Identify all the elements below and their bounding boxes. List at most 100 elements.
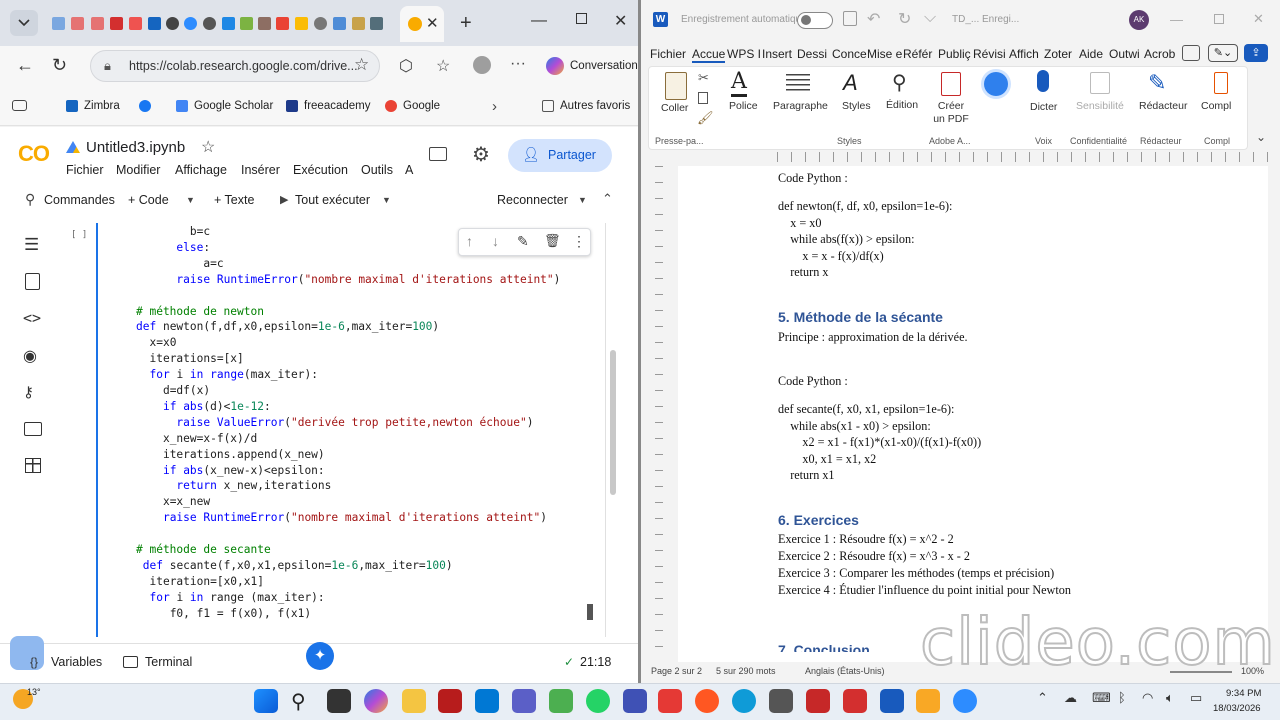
tab-favicon[interactable] — [258, 17, 271, 30]
active-tab[interactable]: ✕ — [400, 6, 444, 42]
wps-icon[interactable] — [695, 689, 719, 713]
gear-icon[interactable]: ⚙ — [472, 142, 490, 167]
chevron-down-icon[interactable]: ▼ — [186, 195, 195, 205]
tab-favicon[interactable] — [91, 17, 104, 30]
paste-button[interactable]: Coller — [661, 102, 688, 114]
autosave-toggle[interactable] — [797, 12, 833, 29]
gemini-icon[interactable]: ✦ — [306, 642, 334, 670]
outlook-icon[interactable] — [475, 689, 499, 713]
clock-date[interactable]: 18/03/2026 — [1213, 703, 1261, 714]
tab-favicon[interactable] — [203, 17, 216, 30]
tab-favicon[interactable] — [148, 17, 161, 30]
tab-favicon[interactable] — [166, 17, 179, 30]
menu-aide[interactable]: A — [405, 163, 413, 177]
volume-icon[interactable]: 🔈︎ — [1166, 690, 1174, 706]
menu-affichage[interactable]: Affichage — [175, 163, 227, 177]
toc-icon[interactable]: ☰ — [24, 235, 39, 255]
font-button[interactable]: Police — [729, 100, 758, 112]
run-all-button[interactable]: Tout exécuter — [295, 193, 370, 207]
bookmark-freeacademy[interactable]: freeacademy — [286, 100, 370, 112]
circle-shape-icon[interactable] — [984, 72, 1008, 96]
tab-favicon[interactable] — [110, 17, 123, 30]
bluetooth-icon[interactable]: ᛒ — [1118, 690, 1126, 705]
tab-zotero[interactable]: Zoter — [1044, 47, 1072, 61]
comments-icon[interactable] — [429, 147, 447, 161]
pdf-icon[interactable] — [843, 689, 867, 713]
create-pdf-button[interactable]: Créer un PDF — [933, 100, 969, 126]
table-icon[interactable] — [25, 458, 41, 473]
tab-favicon[interactable] — [129, 17, 142, 30]
tab-publipostage[interactable]: Publiç — [938, 47, 971, 61]
sensitivity-button[interactable]: Sensibilité — [1076, 100, 1124, 112]
favorites-icon[interactable]: ☆ — [436, 56, 450, 76]
cut-icon[interactable]: ✂ — [698, 70, 709, 86]
variables-button[interactable]: Variables — [51, 655, 102, 669]
whatsapp-icon[interactable] — [586, 689, 610, 713]
zoom-icon[interactable] — [953, 689, 977, 713]
cloud-icon[interactable]: ☁ — [1064, 690, 1077, 706]
close-window-icon[interactable]: ✕ — [614, 11, 627, 31]
share-icon[interactable]: ⇪ — [1244, 44, 1268, 62]
battery-icon[interactable]: ▭ — [1190, 690, 1202, 706]
tab-favicon[interactable] — [352, 17, 365, 30]
tab-affichage[interactable]: Affich — [1009, 47, 1039, 61]
document-title[interactable]: TD_... — [952, 14, 979, 25]
chevron-down-icon[interactable]: ▼ — [382, 195, 391, 205]
menu-modifier[interactable]: Modifier — [116, 163, 160, 177]
tab-outwit[interactable]: Outwi — [1109, 47, 1140, 61]
scrollbar-thumb[interactable] — [587, 604, 593, 620]
folder-icon[interactable] — [24, 422, 42, 436]
copilot-icon[interactable] — [546, 57, 564, 75]
dictate-button[interactable]: Dicter — [1030, 101, 1057, 113]
edge-icon[interactable] — [732, 689, 756, 713]
tab-accueil[interactable]: Accue — [692, 47, 726, 63]
app-icon[interactable] — [623, 689, 647, 713]
wifi-icon[interactable]: ◠ — [1142, 690, 1153, 706]
tab-favicon[interactable] — [295, 17, 308, 30]
refresh-icon[interactable]: ↻ — [52, 55, 67, 76]
tab-favicon[interactable] — [52, 17, 65, 30]
menu-outils[interactable]: Outils — [361, 163, 393, 177]
horizontal-ruler[interactable] — [641, 150, 1280, 166]
code-editor[interactable]: b=c else: a=c raise RuntimeError("nombre… — [110, 225, 590, 635]
menu-execution[interactable]: Exécution — [293, 163, 348, 177]
collapse-icon[interactable]: ⌃ — [602, 191, 613, 207]
bookmark-zimbra[interactable]: Zimbra — [66, 100, 120, 112]
close-icon[interactable]: ✕ — [1253, 11, 1264, 27]
styles-button[interactable]: Styles — [842, 100, 871, 112]
extensions-icon[interactable]: ⬡ — [399, 56, 413, 76]
app-icon[interactable] — [658, 689, 682, 713]
vertical-ruler[interactable] — [641, 166, 678, 662]
teams-icon[interactable] — [512, 689, 536, 713]
tab-mise-en-page[interactable]: Mise e — [867, 47, 902, 61]
search-icon[interactable]: ⚲ — [291, 689, 306, 714]
maximize-icon[interactable] — [576, 13, 587, 24]
search-doc-icon[interactable] — [25, 273, 40, 290]
page-count[interactable]: Page 2 sur 2 — [651, 666, 702, 676]
key-icon[interactable]: ⚷ — [23, 383, 34, 401]
notebook-title[interactable]: Untitled3.ipynb — [86, 139, 185, 156]
menu-inserer[interactable]: Insérer — [241, 163, 280, 177]
save-icon[interactable] — [843, 11, 857, 26]
start-icon[interactable] — [254, 689, 278, 713]
collections-icon[interactable] — [12, 100, 27, 111]
profile-avatar[interactable] — [473, 56, 491, 74]
maximize-icon[interactable] — [1214, 14, 1224, 24]
close-icon[interactable]: ✕ — [426, 14, 439, 32]
comments-icon[interactable] — [1182, 45, 1200, 61]
terminal-button[interactable]: Terminal — [145, 655, 192, 669]
minimize-icon[interactable]: — — [1170, 12, 1183, 27]
bookmark-google-scholar[interactable]: Google Scholar — [176, 100, 273, 112]
share-button[interactable]: 👤︎ Partager — [508, 139, 612, 172]
eye-icon[interactable]: ◉ — [23, 346, 37, 366]
app-icon[interactable] — [769, 689, 793, 713]
commands-button[interactable]: Commandes — [44, 193, 115, 207]
tab-favicon[interactable] — [222, 17, 235, 30]
user-avatar[interactable]: AK — [1129, 10, 1149, 30]
tab-list-button[interactable] — [10, 10, 38, 36]
menu-fichier[interactable]: Fichier — [66, 163, 104, 177]
undo-icon[interactable]: ↶ — [867, 9, 880, 29]
add-code-button[interactable]: + Code — [128, 193, 169, 207]
bookmark-google[interactable]: Google — [385, 100, 440, 112]
tab-aide[interactable]: Aide — [1079, 47, 1103, 61]
